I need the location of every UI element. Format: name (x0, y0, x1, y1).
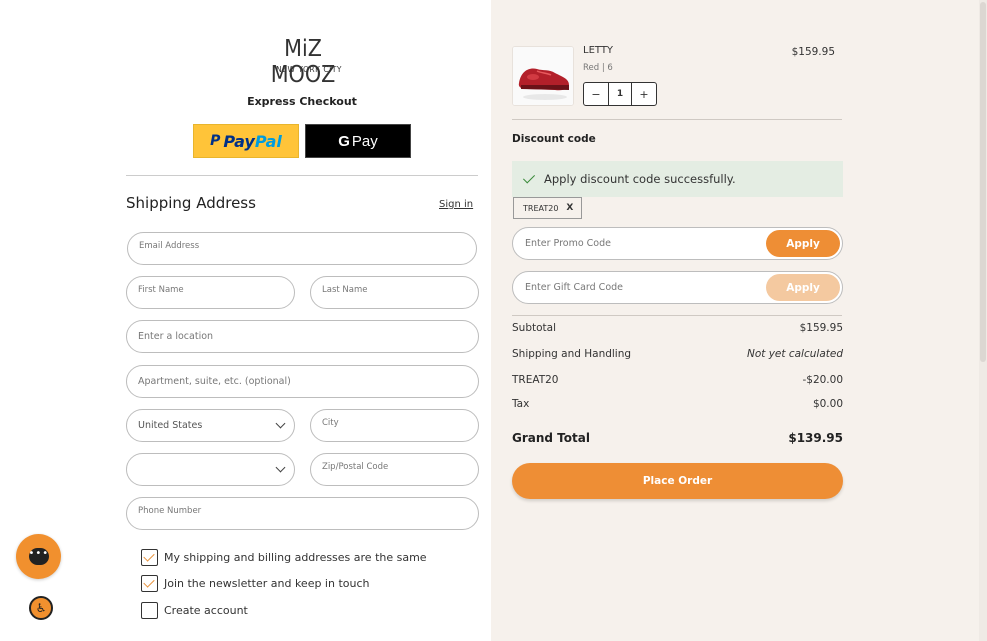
product-price: $159.95 (791, 46, 835, 58)
same-address-checkbox[interactable]: My shipping and billing addresses are th… (141, 549, 427, 566)
discount-success-message: Apply discount code successfully. (512, 161, 843, 197)
shipping-address-title: Shipping Address (126, 194, 256, 212)
phone-field[interactable]: Phone Number (126, 497, 479, 530)
paypal-button[interactable]: P PayPal (193, 124, 299, 158)
tax-row: Tax $0.00 (512, 398, 843, 410)
gift-card-field[interactable]: Enter Gift Card Code Apply (512, 271, 843, 304)
divider (512, 119, 842, 120)
first-name-field[interactable]: First Name (126, 276, 295, 309)
email-field[interactable]: Email Address (127, 232, 477, 265)
apply-gift-card-button[interactable]: Apply (766, 274, 840, 301)
accessibility-button[interactable]: ♿ (29, 596, 53, 620)
sign-in-link[interactable]: Sign in (439, 199, 473, 210)
last-name-field[interactable]: Last Name (310, 276, 479, 309)
shipping-panel: MiZ MOOZ NEW YORK CITY Express Checkout … (0, 0, 491, 641)
country-select[interactable]: United States (126, 409, 295, 442)
scrollbar-thumb[interactable] (980, 2, 986, 362)
chevron-down-icon (275, 418, 286, 429)
newsletter-checkbox[interactable]: Join the newsletter and keep in touch (141, 575, 370, 592)
checkbox-checked[interactable] (141, 575, 158, 592)
subtotal-row: Subtotal $159.95 (512, 322, 843, 334)
location-field[interactable]: Enter a location (126, 320, 479, 353)
remove-discount-icon[interactable]: X (566, 203, 573, 213)
product-image (512, 46, 574, 106)
chat-button[interactable]: ••• (16, 534, 61, 579)
accessibility-icon: ♿ (35, 601, 47, 615)
product-variant: Red | 6 (583, 63, 613, 73)
discount-row: TREAT20 -$20.00 (512, 374, 843, 386)
paypal-label: PayPal (223, 131, 282, 151)
chat-icon: ••• (28, 548, 49, 565)
scrollbar[interactable] (979, 0, 987, 641)
state-select[interactable] (126, 453, 295, 486)
google-icon: G (338, 132, 350, 150)
checkbox-checked[interactable] (141, 549, 158, 566)
shipping-row: Shipping and Handling Not yet calculated (512, 348, 843, 360)
quantity-stepper[interactable]: − 1 + (583, 82, 657, 106)
increase-quantity-button[interactable]: + (632, 83, 656, 105)
product-name: LETTY (583, 45, 614, 56)
applied-discount-tag: TREAT20 X (513, 197, 582, 219)
city-field[interactable]: City (310, 409, 479, 442)
google-pay-button[interactable]: G Pay (305, 124, 411, 158)
check-icon (522, 171, 536, 184)
checkbox-label: Create account (164, 604, 248, 617)
checkbox-label: My shipping and billing addresses are th… (164, 551, 427, 564)
discount-code-title: Discount code (512, 133, 596, 145)
grand-total-row: Grand Total $139.95 (512, 431, 843, 445)
brand-logo[interactable]: MiZ MOOZ NEW YORK CITY (262, 36, 344, 88)
checkbox-label: Join the newsletter and keep in touch (164, 577, 370, 590)
divider (512, 315, 842, 316)
apartment-field[interactable]: Apartment, suite, etc. (optional) (126, 365, 479, 398)
zip-field[interactable]: Zip/Postal Code (310, 453, 479, 486)
google-pay-label: Pay (351, 132, 378, 150)
logo-text: MiZ MOOZ (270, 36, 336, 88)
quantity-value[interactable]: 1 (608, 83, 632, 105)
logo-subtext: NEW YORK CITY (276, 65, 342, 74)
divider (126, 175, 478, 176)
apply-promo-button[interactable]: Apply (766, 230, 840, 257)
paypal-icon: P (210, 133, 221, 149)
checkbox-unchecked[interactable] (141, 602, 158, 619)
red-shoe-icon (513, 47, 573, 105)
chevron-down-icon (275, 462, 286, 473)
promo-code-field[interactable]: Enter Promo Code Apply (512, 227, 843, 260)
place-order-button[interactable]: Place Order (512, 463, 843, 499)
create-account-checkbox[interactable]: Create account (141, 602, 248, 619)
express-checkout-title: Express Checkout (247, 95, 357, 108)
decrease-quantity-button[interactable]: − (584, 83, 608, 105)
